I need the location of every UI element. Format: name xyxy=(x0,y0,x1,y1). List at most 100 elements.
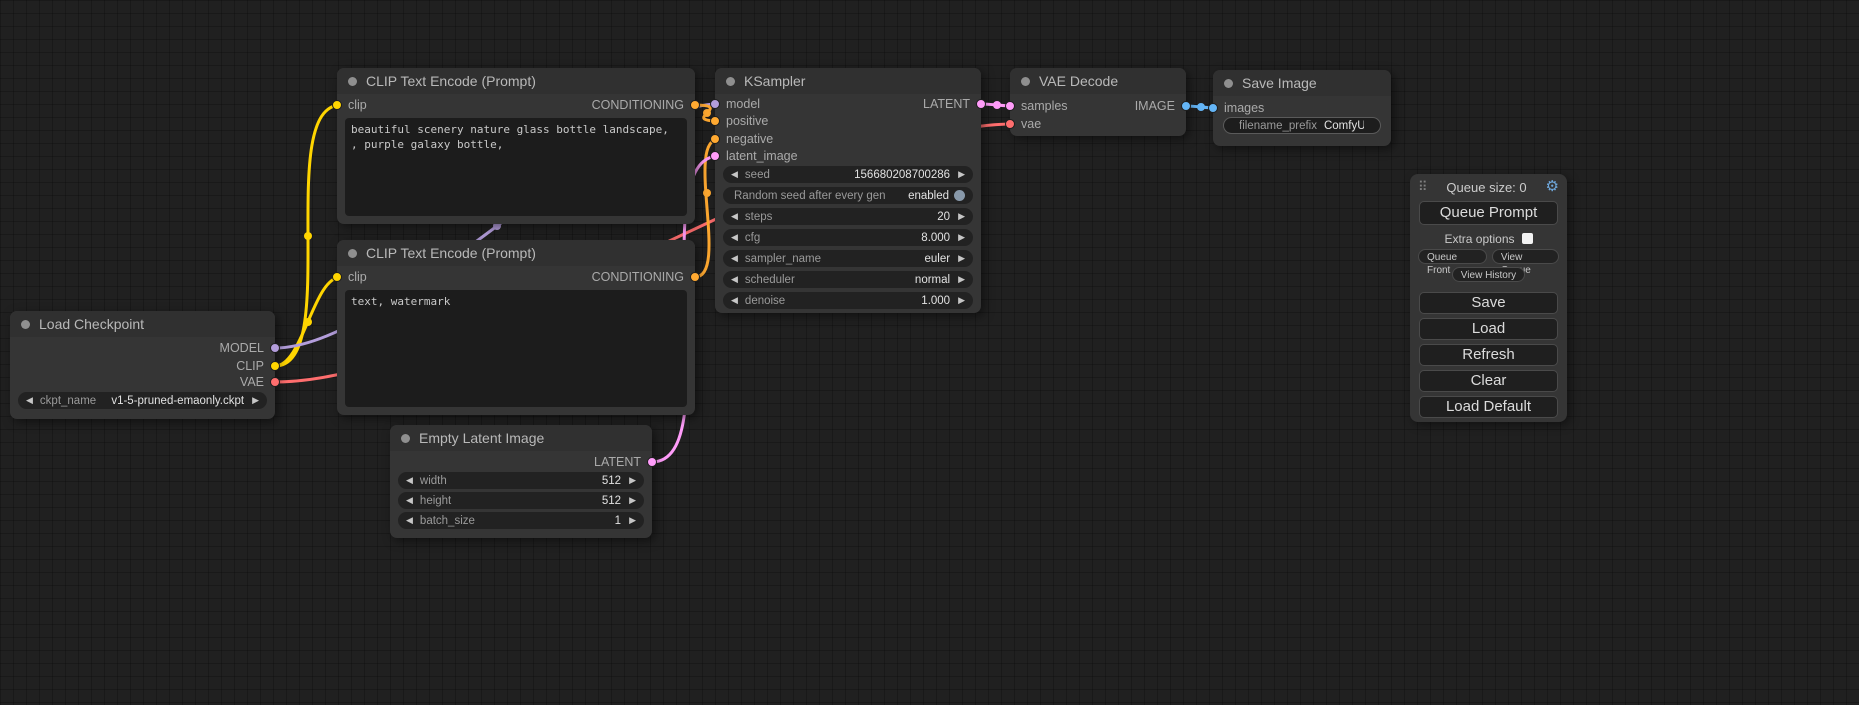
collapse-dot[interactable] xyxy=(348,249,357,258)
positive-prompt-textarea[interactable]: beautiful scenery nature glass bottle la… xyxy=(345,118,687,216)
widget-ckpt-name[interactable]: ◀ ckpt_name v1-5-pruned-emaonly.ckpt ▶ xyxy=(18,392,267,409)
view-queue-button[interactable]: View Queue xyxy=(1492,249,1559,264)
save-button[interactable]: Save xyxy=(1419,292,1558,314)
vae-slot-dot[interactable] xyxy=(1005,119,1015,129)
latent-slot-dot[interactable] xyxy=(1005,101,1015,111)
widget-steps[interactable]: ◀ steps 20 ▶ xyxy=(723,208,973,225)
node-ksampler[interactable]: KSampler model LATENT positive negative … xyxy=(715,68,981,313)
collapse-dot[interactable] xyxy=(1224,79,1233,88)
output-slot-latent[interactable]: LATENT xyxy=(923,97,986,111)
input-slot-positive[interactable]: positive xyxy=(710,114,768,128)
input-slot-samples[interactable]: samples xyxy=(1005,99,1068,113)
widget-denoise[interactable]: ◀ denoise 1.000 ▶ xyxy=(723,292,973,309)
vae-slot-dot[interactable] xyxy=(270,377,280,387)
output-slot-latent[interactable]: LATENT xyxy=(594,455,657,469)
widget-random-seed-toggle[interactable]: Random seed after every gen enabled xyxy=(723,187,973,204)
latent-slot-dot[interactable] xyxy=(710,151,720,161)
node-title-bar[interactable]: VAE Decode xyxy=(1010,68,1186,94)
widget-height[interactable]: ◀ height 512 ▶ xyxy=(398,492,644,509)
clip-slot-dot[interactable] xyxy=(270,361,280,371)
increment-arrow-icon[interactable]: ▶ xyxy=(629,472,636,489)
comfy-menu-panel[interactable]: ⠿ Queue size: 0 ⚙ Queue Prompt Extra opt… xyxy=(1410,174,1567,422)
negative-prompt-textarea[interactable]: text, watermark xyxy=(345,290,687,407)
decrement-arrow-icon[interactable]: ◀ xyxy=(406,472,413,489)
clip-slot-dot[interactable] xyxy=(332,272,342,282)
decrement-arrow-icon[interactable]: ◀ xyxy=(406,492,413,509)
collapse-dot[interactable] xyxy=(401,434,410,443)
increment-arrow-icon[interactable]: ▶ xyxy=(629,512,636,529)
increment-arrow-icon[interactable]: ▶ xyxy=(629,492,636,509)
node-title-bar[interactable]: KSampler xyxy=(715,68,981,94)
conditioning-slot-dot[interactable] xyxy=(690,100,700,110)
widget-cfg[interactable]: ◀ cfg 8.000 ▶ xyxy=(723,229,973,246)
model-slot-dot[interactable] xyxy=(710,99,720,109)
node-load-checkpoint[interactable]: Load Checkpoint MODEL CLIP VAE ◀ ckpt_na… xyxy=(10,311,275,419)
decrement-arrow-icon[interactable]: ◀ xyxy=(731,250,738,267)
node-title-bar[interactable]: Save Image xyxy=(1213,70,1391,96)
view-history-button[interactable]: View History xyxy=(1452,267,1525,282)
node-save-image[interactable]: Save Image images filename_prefix ComfyU… xyxy=(1213,70,1391,146)
input-slot-vae[interactable]: vae xyxy=(1005,117,1041,131)
collapse-dot[interactable] xyxy=(726,77,735,86)
drag-handle-icon[interactable]: ⠿ xyxy=(1418,179,1428,195)
node-graph-canvas[interactable]: Load Checkpoint MODEL CLIP VAE ◀ ckpt_na… xyxy=(0,0,1859,705)
decrement-arrow-icon[interactable]: ◀ xyxy=(731,292,738,309)
decrement-arrow-icon[interactable]: ◀ xyxy=(731,229,738,246)
decrement-arrow-icon[interactable]: ◀ xyxy=(26,392,33,409)
widget-sampler-name[interactable]: ◀ sampler_name euler ▶ xyxy=(723,250,973,267)
input-slot-negative[interactable]: negative xyxy=(710,132,773,146)
increment-arrow-icon[interactable]: ▶ xyxy=(958,250,965,267)
node-clip-text-encode-positive[interactable]: CLIP Text Encode (Prompt) clip CONDITION… xyxy=(337,68,695,224)
widget-seed[interactable]: ◀ seed 156680208700286 ▶ xyxy=(723,166,973,183)
input-slot-latent-image[interactable]: latent_image xyxy=(710,149,798,163)
output-slot-vae[interactable]: VAE xyxy=(240,375,280,389)
extra-options-checkbox[interactable] xyxy=(1522,233,1533,244)
model-slot-dot[interactable] xyxy=(270,343,280,353)
input-slot-clip[interactable]: clip xyxy=(332,270,367,284)
input-slot-model[interactable]: model xyxy=(710,97,760,111)
node-title-bar[interactable]: CLIP Text Encode (Prompt) xyxy=(337,68,695,94)
node-vae-decode[interactable]: VAE Decode samples IMAGE vae xyxy=(1010,68,1186,136)
conditioning-slot-dot[interactable] xyxy=(710,134,720,144)
node-clip-text-encode-negative[interactable]: CLIP Text Encode (Prompt) clip CONDITION… xyxy=(337,240,695,415)
increment-arrow-icon[interactable]: ▶ xyxy=(252,392,259,409)
clip-slot-dot[interactable] xyxy=(332,100,342,110)
settings-gear-icon[interactable]: ⚙ xyxy=(1546,180,1559,194)
node-title-bar[interactable]: CLIP Text Encode (Prompt) xyxy=(337,240,695,266)
input-slot-images[interactable]: images xyxy=(1208,101,1264,115)
latent-slot-dot[interactable] xyxy=(976,99,986,109)
output-slot-clip[interactable]: CLIP xyxy=(236,359,280,373)
decrement-arrow-icon[interactable]: ◀ xyxy=(731,208,738,225)
image-slot-dot[interactable] xyxy=(1208,103,1218,113)
collapse-dot[interactable] xyxy=(348,77,357,86)
load-button[interactable]: Load xyxy=(1419,318,1558,340)
conditioning-slot-dot[interactable] xyxy=(690,272,700,282)
toggle-indicator[interactable] xyxy=(954,190,965,201)
load-default-button[interactable]: Load Default xyxy=(1419,396,1558,418)
queue-prompt-button[interactable]: Queue Prompt xyxy=(1419,201,1558,225)
increment-arrow-icon[interactable]: ▶ xyxy=(958,229,965,246)
output-slot-conditioning[interactable]: CONDITIONING xyxy=(592,98,700,112)
node-title-bar[interactable]: Load Checkpoint xyxy=(10,311,275,337)
output-slot-model[interactable]: MODEL xyxy=(220,341,280,355)
increment-arrow-icon[interactable]: ▶ xyxy=(958,271,965,288)
latent-slot-dot[interactable] xyxy=(647,457,657,467)
refresh-button[interactable]: Refresh xyxy=(1419,344,1558,366)
increment-arrow-icon[interactable]: ▶ xyxy=(958,166,965,183)
increment-arrow-icon[interactable]: ▶ xyxy=(958,292,965,309)
widget-batch-size[interactable]: ◀ batch_size 1 ▶ xyxy=(398,512,644,529)
increment-arrow-icon[interactable]: ▶ xyxy=(958,208,965,225)
node-empty-latent-image[interactable]: Empty Latent Image LATENT ◀ width 512 ▶ … xyxy=(390,425,652,538)
node-title-bar[interactable]: Empty Latent Image xyxy=(390,425,652,451)
decrement-arrow-icon[interactable]: ◀ xyxy=(406,512,413,529)
collapse-dot[interactable] xyxy=(1021,77,1030,86)
widget-filename-prefix[interactable]: filename_prefix ComfyUI xyxy=(1223,117,1381,134)
clear-button[interactable]: Clear xyxy=(1419,370,1558,392)
output-slot-conditioning[interactable]: CONDITIONING xyxy=(592,270,700,284)
decrement-arrow-icon[interactable]: ◀ xyxy=(731,166,738,183)
widget-width[interactable]: ◀ width 512 ▶ xyxy=(398,472,644,489)
collapse-dot[interactable] xyxy=(21,320,30,329)
input-slot-clip[interactable]: clip xyxy=(332,98,367,112)
queue-front-button[interactable]: Queue Front xyxy=(1418,249,1487,264)
decrement-arrow-icon[interactable]: ◀ xyxy=(731,271,738,288)
